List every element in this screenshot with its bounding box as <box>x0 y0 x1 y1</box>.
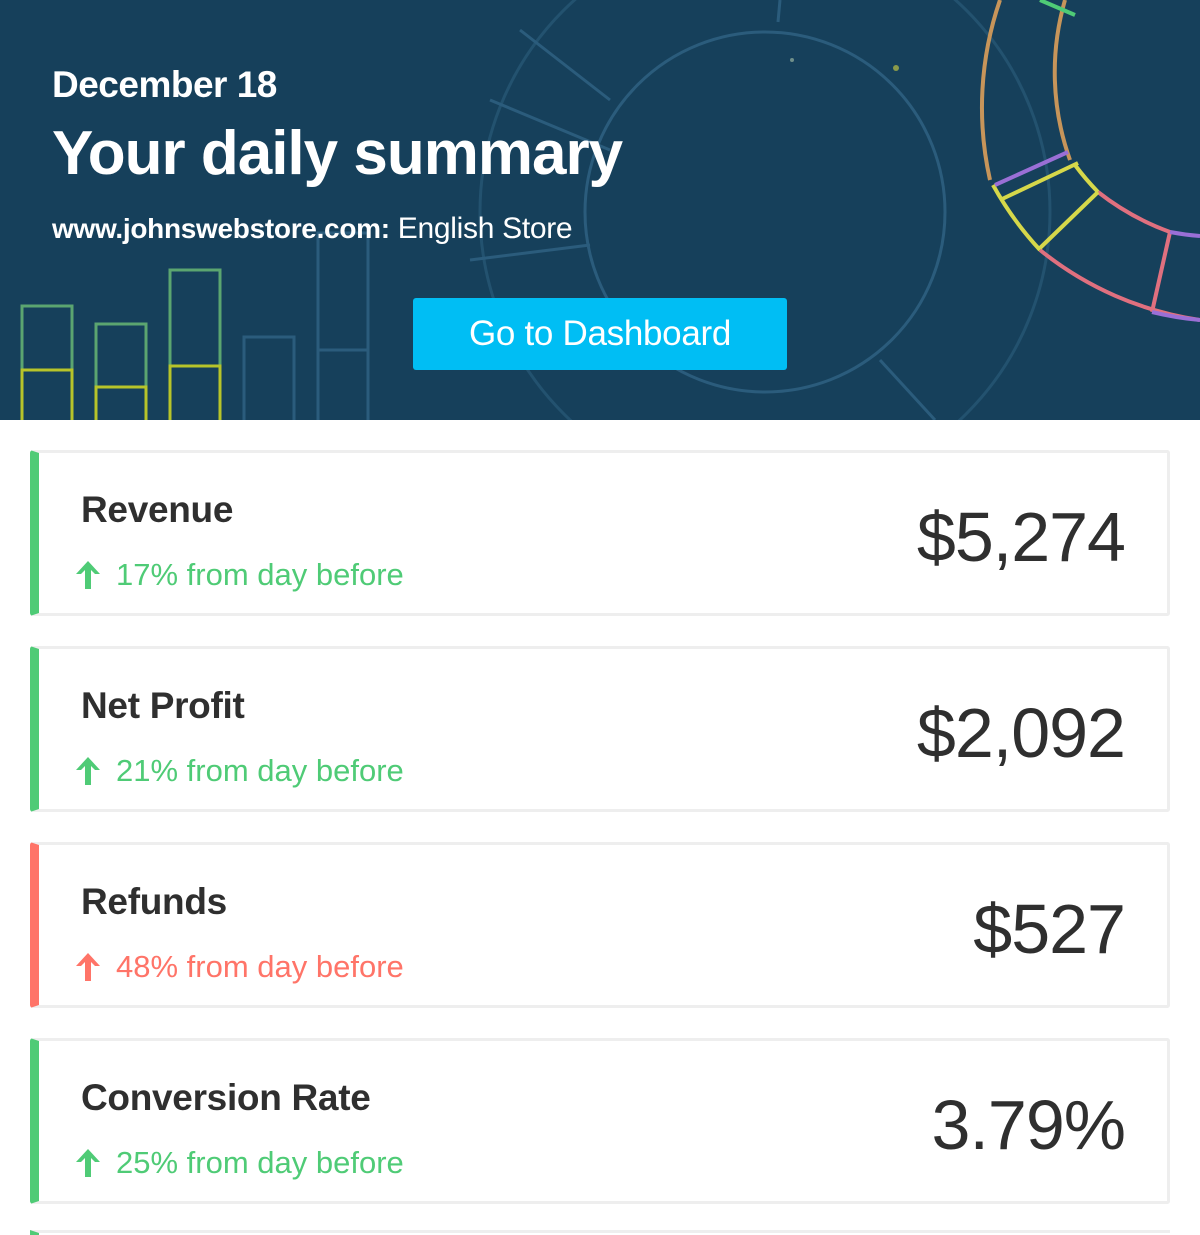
arrow-up-icon <box>76 757 100 785</box>
metric-label: Net Profit <box>81 685 245 726</box>
page-title: Your daily summary <box>52 119 623 188</box>
metric-value: 3.79% <box>931 1086 1126 1164</box>
metric-change: 48% from day before <box>73 949 404 985</box>
metric-cards: Revenue 17% from day before $5,274 Net P… <box>30 450 1170 1234</box>
store-domain: www.johnswebstore.com: <box>52 213 390 244</box>
summary-header: December 18 Your daily summary www.johns… <box>0 0 1200 420</box>
metric-card-revenue: Revenue 17% from day before $5,274 <box>30 450 1170 616</box>
metric-value: $2,092 <box>916 694 1126 772</box>
metric-change: 25% from day before <box>73 1145 404 1181</box>
arrow-up-icon <box>76 1149 100 1177</box>
metric-change: 21% from day before <box>73 753 404 789</box>
summary-date: December 18 <box>52 64 277 105</box>
metric-change-text: 25% from day before <box>116 1145 404 1180</box>
next-card-edge <box>30 1230 1170 1235</box>
go-to-dashboard-button[interactable]: Go to Dashboard <box>413 298 787 370</box>
store-info: www.johnswebstore.com: English Store <box>52 212 573 246</box>
metric-value: $5,274 <box>916 498 1126 576</box>
arrow-up-icon <box>76 561 100 589</box>
metric-label: Revenue <box>81 489 234 530</box>
metric-value: $527 <box>973 890 1126 968</box>
metric-card-net-profit: Net Profit 21% from day before $2,092 <box>30 646 1170 812</box>
metric-change-text: 21% from day before <box>116 753 404 788</box>
metric-card-refunds: Refunds 48% from day before $527 <box>30 842 1170 1008</box>
metric-card-conversion-rate: Conversion Rate 25% from day before 3.79… <box>30 1038 1170 1204</box>
metric-label: Conversion Rate <box>81 1077 371 1118</box>
metric-label: Refunds <box>81 881 227 922</box>
metric-change-text: 17% from day before <box>116 557 404 592</box>
metric-change-text: 48% from day before <box>116 949 404 984</box>
metric-change: 17% from day before <box>73 557 404 593</box>
store-name: English Store <box>389 212 573 245</box>
arrow-up-icon <box>76 953 100 981</box>
